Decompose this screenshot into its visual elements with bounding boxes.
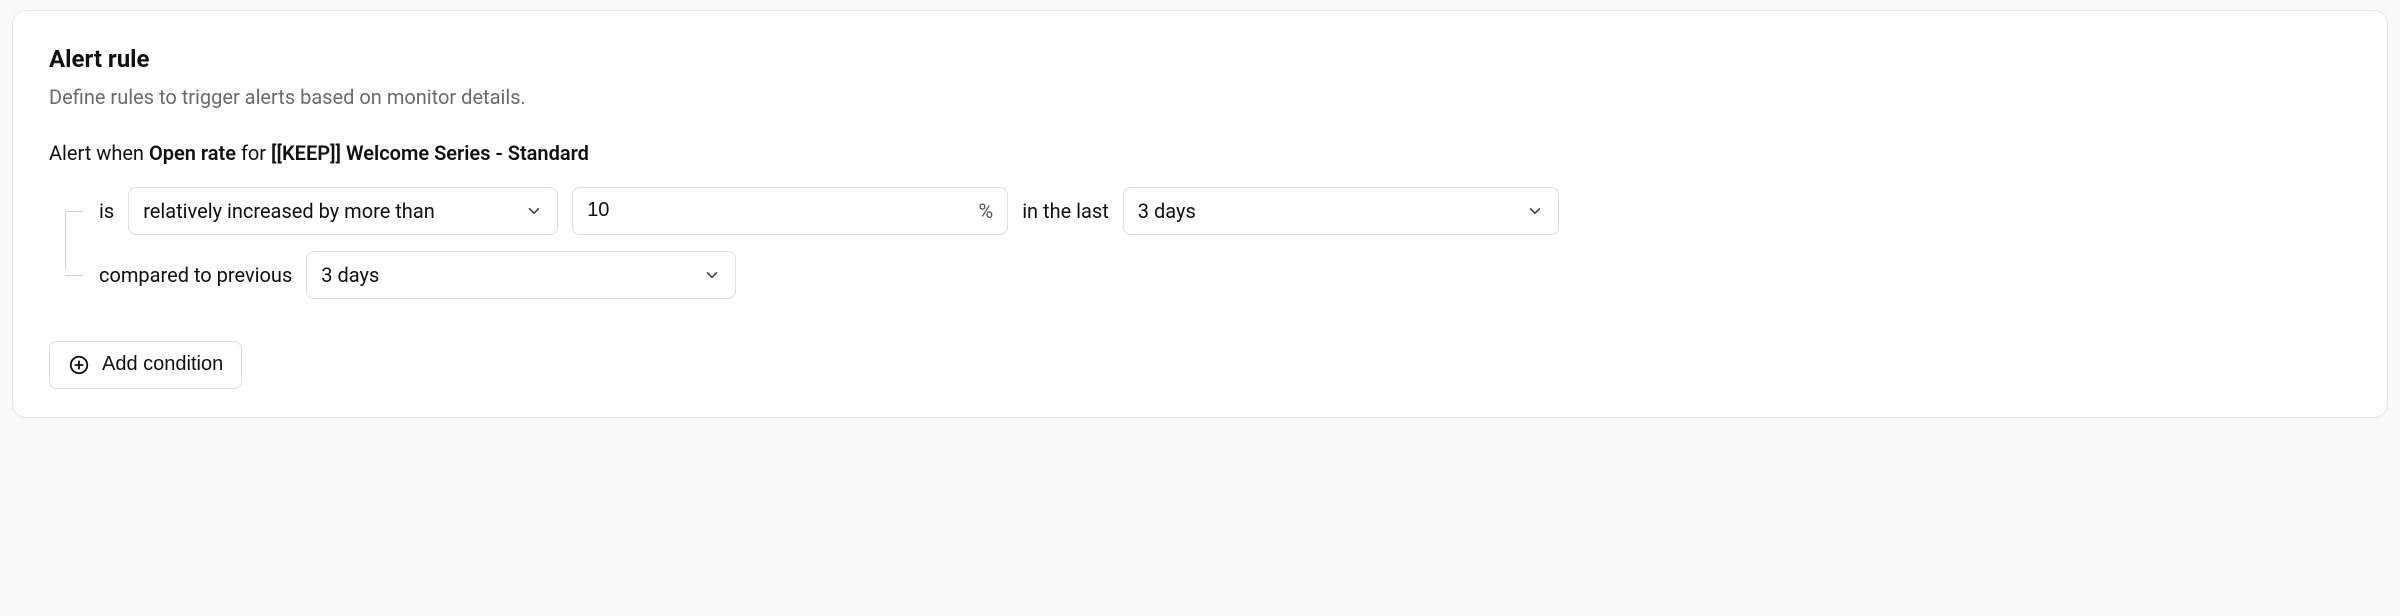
sentence-flow-name: [[KEEP]] Welcome Series - Standard <box>271 141 589 165</box>
threshold-input[interactable] <box>587 199 968 222</box>
alert-rule-card: Alert rule Define rules to trigger alert… <box>12 10 2388 418</box>
timerange-select[interactable]: 3 days <box>1123 187 1559 235</box>
add-condition-button[interactable]: Add condition <box>49 341 242 389</box>
is-label: is <box>99 197 114 225</box>
card-title: Alert rule <box>49 43 2351 77</box>
threshold-input-wrap[interactable]: % <box>572 187 1008 235</box>
card-subtitle: Define rules to trigger alerts based on … <box>49 83 2351 111</box>
sentence-for: for <box>236 141 271 165</box>
chevron-down-icon <box>1526 202 1544 220</box>
comparator-value: relatively increased by more than <box>143 197 435 225</box>
threshold-unit: % <box>979 197 994 225</box>
timerange-value: 3 days <box>1138 197 1196 225</box>
baseline-value: 3 days <box>321 261 379 289</box>
plus-circle-icon <box>68 354 90 376</box>
rule-row-compared: compared to previous 3 days <box>99 251 2351 299</box>
in-the-last-label: in the last <box>1022 197 1109 225</box>
compared-to-label: compared to previous <box>99 261 292 289</box>
rule-conditions-block: is relatively increased by more than % i… <box>55 187 2351 299</box>
chevron-down-icon <box>525 202 543 220</box>
chevron-down-icon <box>703 266 721 284</box>
baseline-select[interactable]: 3 days <box>306 251 736 299</box>
sentence-metric: Open rate <box>149 141 236 165</box>
rule-row-primary: is relatively increased by more than % i… <box>99 187 2351 235</box>
comparator-select[interactable]: relatively increased by more than <box>128 187 558 235</box>
sentence-prefix: Alert when <box>49 141 149 165</box>
add-condition-label: Add condition <box>102 353 223 376</box>
alert-sentence: Alert when Open rate for [[KEEP]] Welcom… <box>49 139 2351 167</box>
